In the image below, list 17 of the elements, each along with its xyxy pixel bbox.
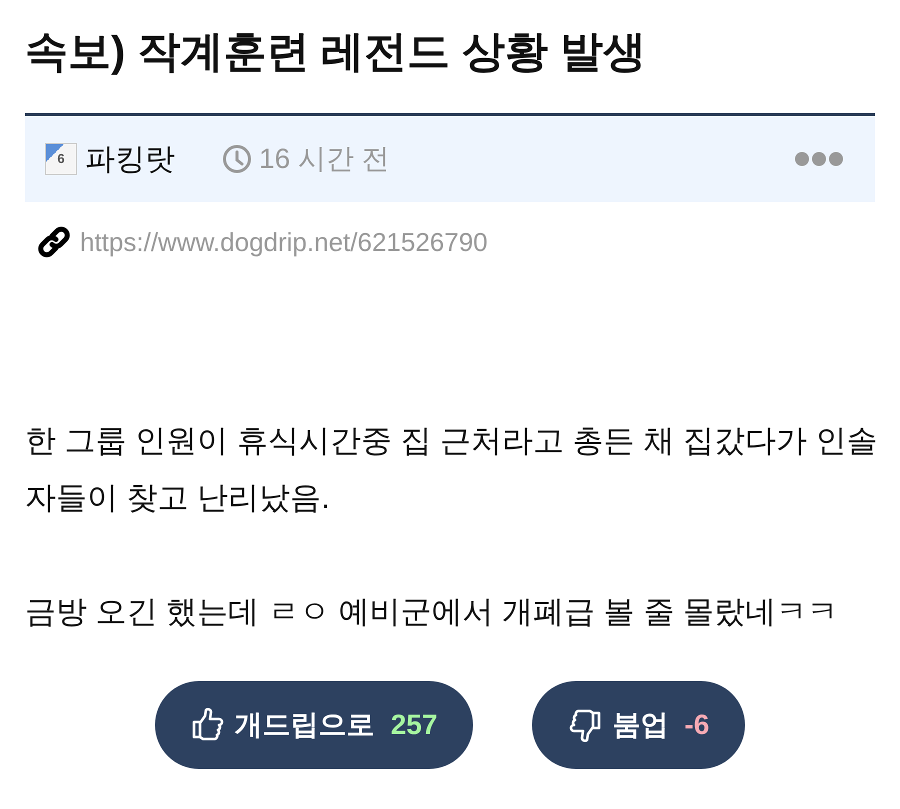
more-icon[interactable] — [795, 152, 843, 166]
post-time: 16 시간 전 — [259, 142, 390, 176]
author-name[interactable]: 파킹랏 — [85, 136, 175, 182]
body-paragraph: 금방 오긴 했는데 ㄹㅇ 예비군에서 개폐급 볼 줄 몰랐네ㅋㅋ — [25, 593, 839, 631]
upvote-button[interactable]: 개드립으로 257 — [154, 681, 474, 769]
clock-icon — [223, 145, 251, 173]
vote-count: -6 — [684, 708, 710, 742]
vote-label: 붐업 — [612, 708, 668, 742]
level-badge: 6 — [45, 143, 77, 175]
thumbs-down-icon — [568, 707, 602, 743]
vote-count: 257 — [390, 708, 438, 742]
link-icon — [36, 224, 72, 260]
body-paragraph: 한 그룹 인원이 휴식시간중 집 근처라고 총든 채 집갔다가 인솔자들이 찾고 난리났음. — [25, 422, 879, 517]
post-title: 속보) 작계훈련 레전드 상황 발생 — [25, 27, 648, 78]
thumbs-up-icon — [190, 707, 225, 743]
vote-label: 개드립으로 — [234, 708, 375, 742]
downvote-button[interactable]: 붐업 -6 — [532, 681, 746, 769]
